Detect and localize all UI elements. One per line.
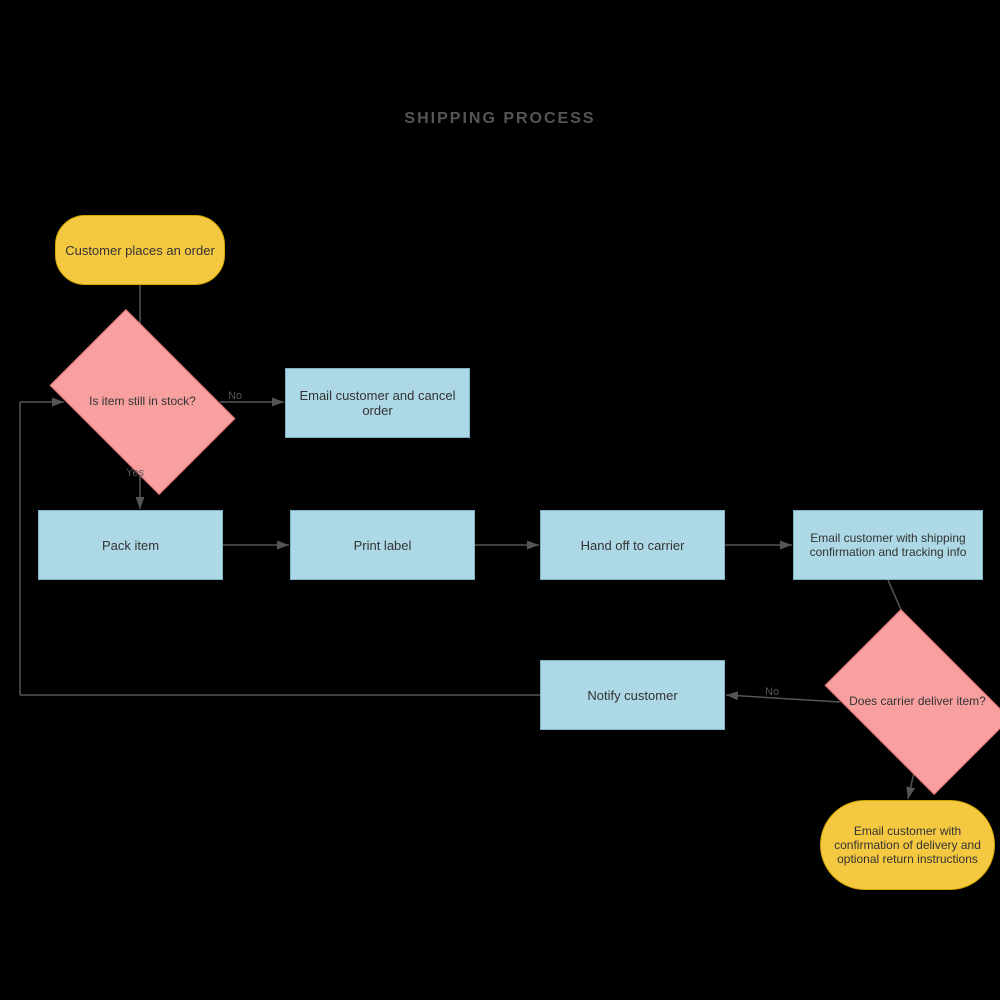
flowchart-canvas: SHIPPING PROCESS Customer places an — [0, 0, 1000, 1000]
no2-label: No — [765, 686, 779, 698]
cancel-node: Email customer and cancel order — [285, 368, 470, 438]
end-node: Email customer with confirmation of deli… — [820, 800, 995, 890]
start-node: Customer places an order — [55, 215, 225, 285]
print-node: Print label — [290, 510, 475, 580]
page-title: SHIPPING PROCESS — [0, 110, 1000, 128]
email-confirm-node: Email customer with shipping confirmatio… — [793, 510, 983, 580]
yes1-label: Yes — [126, 467, 144, 479]
decision2-node: Does carrier deliver item? — [840, 648, 995, 756]
notify-node: Notify customer — [540, 660, 725, 730]
handoff-node: Hand off to carrier — [540, 510, 725, 580]
pack-node: Pack item — [38, 510, 223, 580]
decision1-node: Is item still in stock? — [65, 348, 220, 456]
no1-label: No — [228, 390, 242, 402]
